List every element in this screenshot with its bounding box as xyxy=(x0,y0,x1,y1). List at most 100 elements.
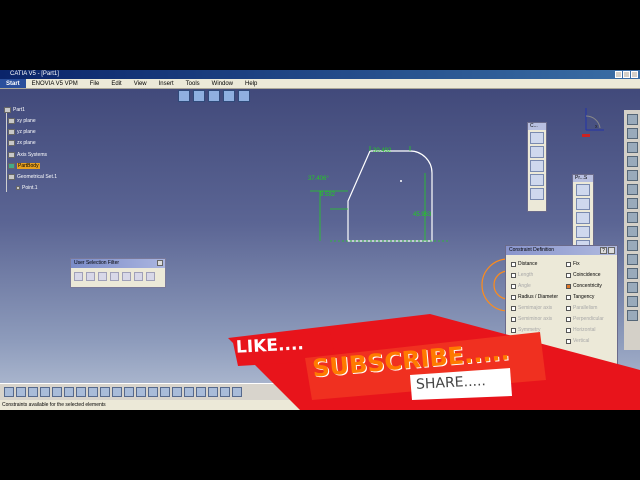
checkbox[interactable] xyxy=(511,261,516,267)
snap-icon[interactable] xyxy=(193,90,205,102)
spline-icon[interactable] xyxy=(576,226,590,238)
maximize-button[interactable] xyxy=(623,71,630,78)
formula-icon[interactable] xyxy=(124,387,134,397)
chamfer-icon[interactable] xyxy=(626,254,638,265)
pan-icon[interactable] xyxy=(148,387,158,397)
tree-node-part1[interactable]: Part1 xyxy=(4,107,25,113)
pocket-icon[interactable] xyxy=(626,156,638,167)
tree-node-xy-plane[interactable]: xy plane xyxy=(8,118,36,124)
tree-node-yz-plane[interactable]: yz plane xyxy=(8,129,36,135)
contact-constraint-icon[interactable] xyxy=(530,146,544,158)
slot-icon[interactable] xyxy=(626,226,638,237)
hide-show-icon[interactable] xyxy=(232,387,242,397)
print-icon[interactable] xyxy=(40,387,50,397)
rotate-icon[interactable] xyxy=(160,387,170,397)
compass-icon[interactable]: x xyxy=(578,104,610,144)
menu-enovia[interactable]: ENOVIA V5 VPM xyxy=(26,79,84,88)
rectangle-icon[interactable] xyxy=(576,198,590,210)
constraint-option-concentricity[interactable]: Concentricity xyxy=(566,281,621,291)
dimensional-constraint-icon[interactable] xyxy=(238,90,250,102)
close-icon[interactable] xyxy=(608,247,615,254)
sketch-point[interactable] xyxy=(400,180,402,182)
construction-icon[interactable] xyxy=(208,90,220,102)
copy-icon[interactable] xyxy=(64,387,74,397)
filter-intersect-icon[interactable] xyxy=(146,272,155,281)
edit-multi-constraint-icon[interactable] xyxy=(530,188,544,200)
dialog-title[interactable]: Constraint Definition? xyxy=(506,246,617,255)
checkbox[interactable] xyxy=(566,261,571,267)
checkbox[interactable] xyxy=(566,272,571,278)
minimize-button[interactable] xyxy=(615,71,622,78)
sketcher-icon[interactable] xyxy=(626,114,638,125)
paste-icon[interactable] xyxy=(76,387,86,397)
thread-icon[interactable] xyxy=(626,310,638,321)
groove-icon[interactable] xyxy=(626,184,638,195)
menu-tools[interactable]: Tools xyxy=(180,79,206,88)
checkbox[interactable] xyxy=(511,294,516,300)
menu-insert[interactable]: Insert xyxy=(153,79,180,88)
menu-window[interactable]: Window xyxy=(206,79,239,88)
tree-node-point1[interactable]: Point.1 xyxy=(16,185,38,191)
menu-edit[interactable]: Edit xyxy=(105,79,127,88)
menu-view[interactable]: View xyxy=(128,79,153,88)
sketch-profile[interactable] xyxy=(347,150,433,242)
tree-node-zx-plane[interactable]: zx plane xyxy=(8,140,36,146)
save-icon[interactable] xyxy=(28,387,38,397)
zoom-in-icon[interactable] xyxy=(172,387,182,397)
update-icon[interactable] xyxy=(112,387,122,397)
grid-icon[interactable] xyxy=(178,90,190,102)
menu-start[interactable]: Start xyxy=(0,79,26,88)
normal-view-icon[interactable] xyxy=(196,387,206,397)
draft-icon[interactable] xyxy=(626,268,638,279)
cut-icon[interactable] xyxy=(52,387,62,397)
checkbox[interactable] xyxy=(566,294,571,300)
zoom-out-icon[interactable] xyxy=(184,387,194,397)
tree-node-partbody[interactable]: PartBody xyxy=(8,163,40,169)
tree-node-geometrical-set[interactable]: Geometrical Set.1 xyxy=(8,174,57,180)
shading-icon[interactable] xyxy=(220,387,230,397)
offset-dimension[interactable]: 9.582 xyxy=(320,192,336,198)
tree-node-axis-systems[interactable]: Axis Systems xyxy=(8,152,47,158)
circle-icon[interactable] xyxy=(576,212,590,224)
help-button[interactable]: ? xyxy=(600,247,607,254)
redo-icon[interactable] xyxy=(100,387,110,397)
filter-feature-icon[interactable] xyxy=(122,272,131,281)
measure-icon[interactable] xyxy=(136,387,146,397)
geometric-constraint-icon[interactable] xyxy=(223,90,235,102)
filter-point-icon[interactable] xyxy=(74,272,83,281)
animate-constraint-icon[interactable] xyxy=(530,174,544,186)
close-icon[interactable] xyxy=(157,260,163,266)
sketch-canvas[interactable]: 37.406° 30.492 9.582 45.963 xyxy=(300,146,460,246)
fix-together-icon[interactable] xyxy=(530,160,544,172)
filter-volume-icon[interactable] xyxy=(110,272,119,281)
undo-icon[interactable] xyxy=(88,387,98,397)
hole-icon[interactable] xyxy=(626,198,638,209)
filter-surface-icon[interactable] xyxy=(98,272,107,281)
constraint-option-tangency[interactable]: Tangency xyxy=(566,292,621,302)
close-button[interactable] xyxy=(631,71,638,78)
open-icon[interactable] xyxy=(16,387,26,397)
thickness-icon[interactable] xyxy=(626,296,638,307)
profile-icon[interactable] xyxy=(576,184,590,196)
menu-file[interactable]: File xyxy=(84,79,106,88)
new-icon[interactable] xyxy=(4,387,14,397)
menu-help[interactable]: Help xyxy=(239,79,263,88)
constraint-option-coincidence[interactable]: Coincidence xyxy=(566,270,621,280)
rib-icon[interactable] xyxy=(626,212,638,223)
cancel-button[interactable]: Cancel xyxy=(583,364,613,374)
constraint-option-radius-diameter[interactable]: Radius / Diameter xyxy=(511,292,566,302)
angle-dimension[interactable]: 37.406° xyxy=(308,176,329,182)
shell-icon[interactable] xyxy=(626,282,638,293)
constraint-icon[interactable] xyxy=(530,132,544,144)
constraint-option-distance[interactable]: Distance xyxy=(511,259,566,269)
filter-trap-icon[interactable] xyxy=(134,272,143,281)
height-dimension[interactable]: 45.963 xyxy=(413,212,432,218)
ok-button[interactable]: OK xyxy=(550,364,580,374)
shaft-icon[interactable] xyxy=(626,170,638,181)
pad-icon[interactable] xyxy=(626,142,638,153)
filter-title[interactable]: User Selection Filter xyxy=(71,259,165,268)
iso-view-icon[interactable] xyxy=(208,387,218,397)
top-length-dimension[interactable]: 30.492 xyxy=(373,148,392,154)
fillet-icon[interactable] xyxy=(626,240,638,251)
checkbox[interactable] xyxy=(566,283,571,289)
